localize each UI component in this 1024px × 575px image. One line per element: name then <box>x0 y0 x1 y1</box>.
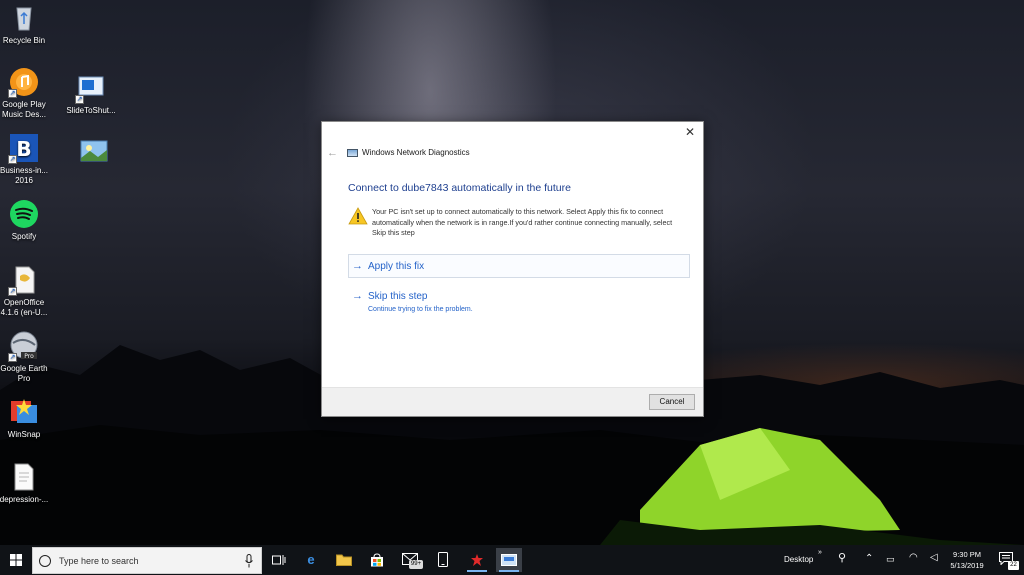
volume-icon[interactable]: ◁ <box>930 553 938 563</box>
recycle-bin-icon <box>8 2 40 34</box>
cortana-icon <box>39 555 51 567</box>
desktop-icon-label: Google Play Music Des... <box>1 100 46 119</box>
desktop-icon-label: depression-... <box>0 495 49 504</box>
desktop-icon-label: Spotify <box>11 232 37 241</box>
apply-fix-option[interactable]: → Apply this fix <box>348 254 690 278</box>
back-arrow-icon[interactable]: ← <box>327 146 341 160</box>
desktop-icon-label: Business-in... 2016 <box>0 166 49 185</box>
people-icon[interactable]: ⚲ <box>838 553 846 564</box>
search-placeholder: Type here to search <box>59 556 139 566</box>
apply-fix-label: Apply this fix <box>368 261 425 272</box>
desktop-icon-winsnap[interactable]: WinSnap <box>0 396 50 440</box>
taskbar: Type here to search e 99+ Desktop » ⚲ ⌃ … <box>0 545 1024 575</box>
taskbar-search-box[interactable]: Type here to search <box>32 547 262 574</box>
desktop-icon-depression-doc[interactable]: depression-... <box>0 461 50 505</box>
skip-step-description: Continue trying to fix the problem. <box>368 306 473 313</box>
business-app-icon: B ↗ <box>8 132 40 164</box>
arrow-right-icon: → <box>352 290 363 302</box>
toolbar-expand-icon[interactable]: » <box>818 548 822 558</box>
active-indicator <box>467 570 487 572</box>
dialog-message: Your PC isn't set up to connect automati… <box>372 207 673 238</box>
dialog-title: Windows Network Diagnostics <box>362 148 470 157</box>
windows-logo-icon <box>10 554 22 566</box>
desktop-icon-openoffice[interactable]: ↗ OpenOffice 4.1.6 (en-U... <box>0 264 50 318</box>
dialog-heading: Connect to dube7843 automatically in the… <box>348 182 571 194</box>
desktop-toolbar-label[interactable]: Desktop <box>784 555 813 565</box>
image-file-icon <box>78 136 110 168</box>
clock-time: 9:30 PM <box>953 550 981 559</box>
spotify-icon <box>8 198 40 230</box>
battery-icon[interactable]: ▭ <box>886 554 895 564</box>
mail-icon[interactable]: 99+ <box>397 548 423 572</box>
winsnap-icon <box>8 396 40 428</box>
taskbar-clock[interactable]: 9:30 PM 5/13/2019 <box>940 549 994 571</box>
clock-date: 5/13/2019 <box>950 561 984 570</box>
file-explorer-icon[interactable] <box>331 548 357 572</box>
google-play-music-icon: ↗ <box>8 66 40 98</box>
task-view-icon[interactable] <box>266 548 292 572</box>
microphone-icon[interactable] <box>245 554 253 568</box>
wifi-icon[interactable]: ◠ <box>909 553 918 563</box>
desktop-icon-business-in-2016[interactable]: B ↗ Business-in... 2016 <box>0 132 50 186</box>
snipping-app-icon[interactable] <box>464 548 490 572</box>
slidetoshutdown-icon: ↗ <box>75 72 107 104</box>
svg-text:Pro: Pro <box>24 353 34 360</box>
openoffice-icon: ↗ <box>8 264 40 296</box>
desktop-icon-unnamed-image[interactable] <box>68 136 120 170</box>
document-icon <box>8 461 40 493</box>
google-earth-icon: Pro ↗ <box>8 330 40 362</box>
network-diagnostics-icon <box>347 149 358 157</box>
cancel-button[interactable]: Cancel <box>649 394 695 410</box>
svg-text:B: B <box>16 137 31 161</box>
desktop-icon-label: Recycle Bin <box>2 36 46 45</box>
desktop-icon-recycle-bin[interactable]: Recycle Bin <box>0 2 50 46</box>
edge-browser-icon[interactable]: e <box>298 548 324 572</box>
desktop-icon-label: WinSnap <box>7 430 41 439</box>
start-button[interactable] <box>0 545 32 575</box>
desktop-icon-google-earth-pro[interactable]: Pro ↗ Google Earth Pro <box>0 330 50 384</box>
store-icon[interactable] <box>364 548 390 572</box>
dialog-footer: Cancel <box>322 387 703 416</box>
arrow-right-icon: → <box>352 260 363 272</box>
desktop-icon-label: OpenOffice 4.1.6 (en-U... <box>0 298 48 317</box>
notification-count: 22 <box>1008 561 1019 570</box>
warning-icon <box>348 207 368 225</box>
close-icon[interactable]: ✕ <box>683 125 697 139</box>
network-diagnostics-taskbar-icon[interactable] <box>496 548 522 572</box>
skip-step-label: Skip this step <box>368 291 428 302</box>
action-center-icon[interactable]: 22 <box>997 550 1019 570</box>
mail-badge: 99+ <box>409 560 423 569</box>
desktop-icon-label: SlideToShut... <box>66 106 116 115</box>
desktop-icon-label: Google Earth Pro <box>0 364 48 383</box>
phone-icon[interactable] <box>430 548 456 572</box>
show-hidden-icons-chevron-up-icon[interactable]: ⌃ <box>865 554 873 564</box>
desktop-icon-spotify[interactable]: Spotify <box>0 198 50 242</box>
skip-step-option[interactable]: → Skip this step Continue trying to fix … <box>348 286 690 318</box>
active-indicator <box>499 570 519 572</box>
desktop-icon-google-play-music[interactable]: ↗ Google Play Music Des... <box>0 66 50 120</box>
desktop-icon-slidetoshutdown[interactable]: ↗ SlideToShut... <box>65 72 117 116</box>
network-diagnostics-dialog: ✕ ← Windows Network Diagnostics Connect … <box>321 121 704 417</box>
